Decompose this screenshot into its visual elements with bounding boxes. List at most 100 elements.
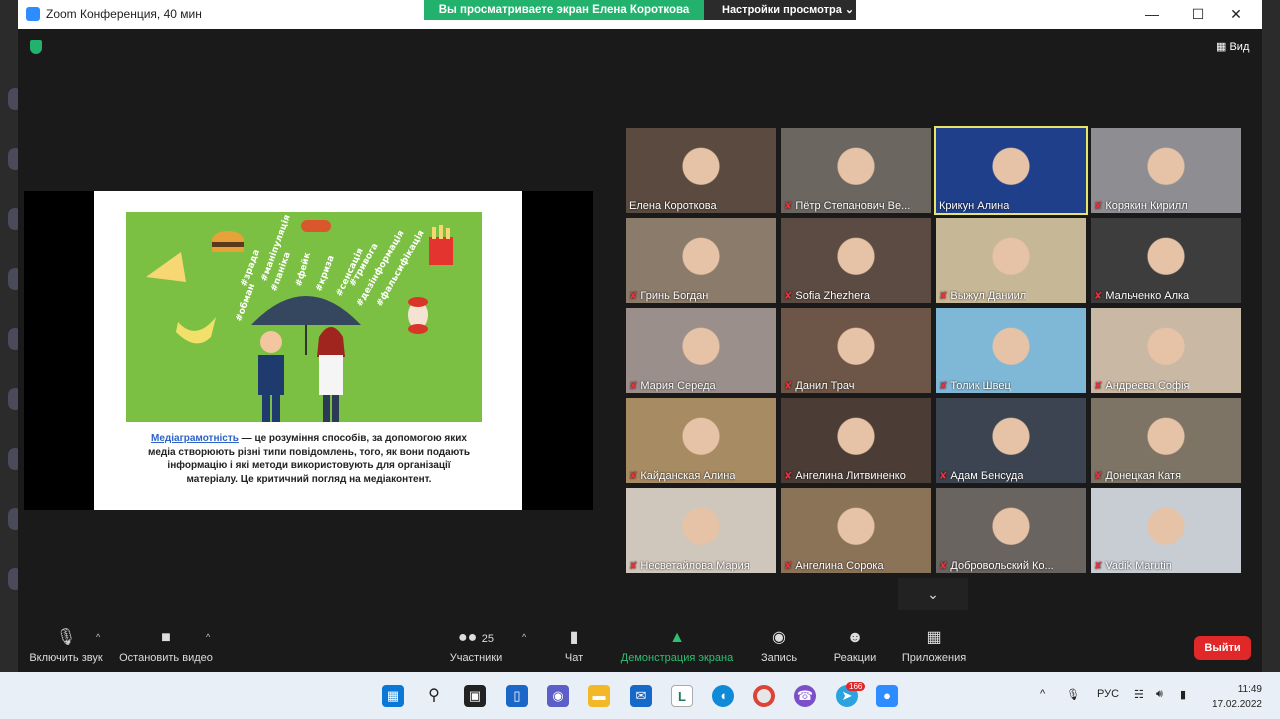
view-settings-label: Настройки просмотра: [722, 4, 842, 16]
slide-illustration: #маніпуляція #фейк #криза #сенсація #дез…: [126, 212, 482, 422]
windows-start-icon[interactable]: ▦: [382, 685, 404, 707]
share-arrow-icon: ▲: [669, 629, 685, 646]
mic-muted-icon: ✘: [939, 561, 948, 572]
viber-icon[interactable]: ☎: [794, 685, 816, 707]
participant-tile[interactable]: ✘ Ангелина Литвиненко: [781, 398, 931, 483]
share-screen-button[interactable]: ▲ Демонстрация экрана: [616, 622, 738, 664]
participant-name-text: Sofia Zhezhera: [795, 290, 870, 302]
mic-muted-icon: ✘: [784, 201, 793, 212]
widgets-icon[interactable]: ▯: [506, 685, 528, 707]
participant-tile[interactable]: ✘ Ангелина Сорока: [781, 488, 931, 573]
participant-tile[interactable]: ✘ Андреєва Софія: [1091, 308, 1241, 393]
chrome-browser-icon[interactable]: [753, 685, 775, 707]
view-button[interactable]: ▦ Вид: [1216, 40, 1249, 53]
language-indicator[interactable]: РУС: [1097, 688, 1119, 700]
grid-icon: ▦: [1216, 41, 1227, 53]
participant-name: ✘ Несветайлова Мария: [629, 560, 750, 572]
participant-tile[interactable]: ✘ Толик Швец: [936, 308, 1086, 393]
minimize-icon[interactable]: —: [1142, 5, 1162, 23]
participant-name-text: Данил Трач: [795, 380, 855, 392]
close-icon[interactable]: ✕: [1226, 5, 1246, 23]
stop-video-label: Остановить видео: [119, 652, 213, 664]
participant-tile[interactable]: ✘ Мария Середа: [626, 308, 776, 393]
participant-tile[interactable]: ✘ Sofia Zhezhera: [781, 218, 931, 303]
participants-options-caret[interactable]: ^: [522, 632, 526, 642]
view-settings-button[interactable]: Настройки просмотра ⌄: [704, 0, 856, 20]
participant-name: ✘ Добровольский Ко...: [939, 560, 1054, 572]
notification-badge: 166: [846, 682, 866, 691]
security-shield-icon[interactable]: [30, 40, 42, 54]
participant-tile[interactable]: ✘ Данил Трач: [781, 308, 931, 393]
man-figure: [258, 331, 284, 422]
participant-tile[interactable]: ✘ Донецкая Катя: [1091, 398, 1241, 483]
stop-video-button[interactable]: ■ Остановить видео: [118, 622, 214, 664]
task-view-icon[interactable]: ▣: [464, 685, 486, 707]
mail-icon[interactable]: ✉: [630, 685, 652, 707]
tray-overflow-icon[interactable]: ^: [1040, 688, 1045, 700]
participant-name: ✘ Данил Трач: [784, 380, 854, 392]
unmute-label: Включить звук: [29, 652, 103, 664]
mic-muted-icon: ✘: [629, 561, 638, 572]
zoom-taskbar-icon[interactable]: ●: [876, 685, 898, 707]
hashtag-text: #обман: [233, 282, 257, 323]
leave-button[interactable]: Выйти: [1194, 636, 1251, 660]
participant-name: ✘ Sofia Zhezhera: [784, 290, 870, 302]
participant-name-text: Мария Середа: [640, 380, 716, 392]
volume-icon[interactable]: 🔊︎: [1156, 688, 1163, 701]
record-label: Запись: [760, 652, 798, 664]
participant-name-text: Толик Швец: [950, 380, 1011, 392]
taskbar-clock[interactable]: 11:49 17.02.2022: [1208, 682, 1262, 712]
participant-tile[interactable]: ✘ Мальченко Алка: [1091, 218, 1241, 303]
participants-count: 25: [481, 633, 495, 645]
participant-tile[interactable]: ✘ Выжул Даниил: [936, 218, 1086, 303]
edge-browser-icon[interactable]: ◖: [712, 685, 734, 707]
participant-name: ✘ Мальченко Алка: [1094, 290, 1189, 302]
participant-name-text: Выжул Даниил: [950, 290, 1027, 302]
apps-button[interactable]: ▦ Приложения: [896, 622, 972, 664]
app-l-icon[interactable]: L: [671, 685, 693, 707]
gallery-next-page-button[interactable]: ⌄: [898, 578, 968, 610]
reactions-button[interactable]: ☻ Реакции: [828, 622, 882, 664]
audio-options-caret[interactable]: ^: [96, 632, 100, 642]
participant-tile[interactable]: ✘ Корякин Кирилл: [1091, 128, 1241, 213]
participant-tile[interactable]: ✘ Пётр Степанович Ве...: [781, 128, 931, 213]
wifi-icon[interactable]: ☵: [1134, 688, 1144, 701]
record-button[interactable]: ◉ Запись: [754, 622, 804, 664]
participant-tile[interactable]: ✘ Кайданская Алина: [626, 398, 776, 483]
participants-button[interactable]: ●● 25 Участники: [444, 622, 508, 664]
banana-icon: [176, 317, 216, 344]
participant-tile[interactable]: ✘ Vadik Marutin: [1091, 488, 1241, 573]
participant-name-text: Андреєва Софія: [1105, 380, 1190, 392]
participant-tile[interactable]: Елена Короткова: [626, 128, 776, 213]
unmute-button[interactable]: 🎙︎ Включить звук: [26, 622, 106, 664]
participant-name-text: Корякин Кирилл: [1105, 200, 1188, 212]
tray-microphone-icon[interactable]: 🎙︎: [1066, 688, 1080, 701]
participant-name: Елена Короткова: [629, 200, 717, 212]
participant-name-text: Елена Короткова: [629, 200, 717, 212]
participant-tile[interactable]: ✘ Адам Бенсуда: [936, 398, 1086, 483]
mic-muted-icon: ✘: [629, 381, 638, 392]
clock-date: 17.02.2022: [1211, 699, 1262, 710]
participant-tile[interactable]: ✘ Несветайлова Мария: [626, 488, 776, 573]
mic-muted-icon: ✘: [784, 471, 793, 482]
participant-tile[interactable]: ✘ Добровольский Ко...: [936, 488, 1086, 573]
hashtag-text: #зрада: [239, 248, 262, 288]
teams-chat-icon[interactable]: ◉: [547, 685, 569, 707]
slide-term: Медіаграмотність: [151, 433, 239, 444]
search-icon[interactable]: ⚲: [423, 685, 445, 707]
battery-icon[interactable]: ▮: [1180, 688, 1186, 701]
clock-time: 11:49: [1237, 684, 1262, 695]
hashtag-text: #фейк: [294, 251, 313, 287]
reactions-label: Реакции: [833, 652, 877, 664]
mic-muted-icon: ✘: [939, 291, 948, 302]
participant-name: ✘ Донецкая Катя: [1094, 470, 1181, 482]
participant-tile[interactable]: ✘ Гринь Богдан: [626, 218, 776, 303]
file-explorer-icon[interactable]: ▬: [588, 685, 610, 707]
participant-gallery: Елена Короткова ✘ Пётр Степанович Ве... Кри…: [624, 126, 1244, 576]
chat-button[interactable]: ▮ Чат: [554, 622, 594, 664]
microphone-muted-icon: 🎙︎: [55, 629, 77, 646]
hotdog-icon: [301, 220, 331, 232]
participant-tile[interactable]: Крикун Алина: [934, 126, 1088, 215]
maximize-icon[interactable]: ☐: [1188, 5, 1208, 23]
video-options-caret[interactable]: ^: [206, 632, 210, 642]
